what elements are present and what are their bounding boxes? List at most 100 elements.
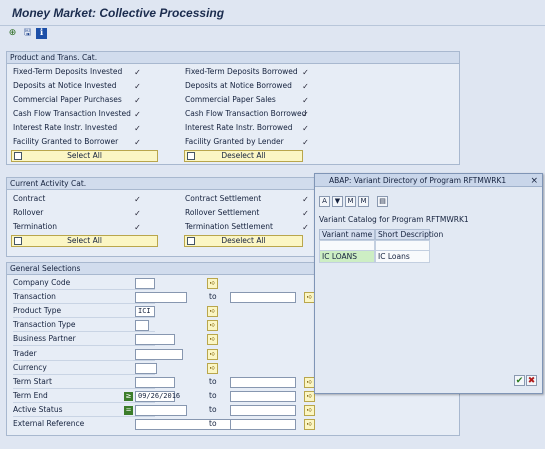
field-label: Company Code bbox=[13, 278, 71, 287]
variant-catalog-label: Variant Catalog for Program RFTMWRK1 bbox=[319, 215, 469, 224]
col-variant-name[interactable]: Variant name bbox=[319, 229, 375, 240]
find-next-icon[interactable]: M bbox=[358, 196, 369, 207]
multiple-selection-icon[interactable]: ➪ bbox=[207, 320, 218, 332]
application-toolbar: ⊕ 🖫 ℹ bbox=[0, 26, 545, 42]
field-input[interactable] bbox=[135, 278, 155, 289]
select-variant-icon[interactable]: A bbox=[319, 196, 330, 207]
close-icon[interactable]: × bbox=[530, 176, 538, 186]
activity-left-checkbox[interactable]: ✓ bbox=[133, 195, 142, 204]
field-label: Term Start bbox=[13, 376, 52, 386]
product-right-checkbox[interactable]: ✓ bbox=[301, 96, 310, 105]
field-input[interactable] bbox=[135, 348, 183, 360]
option-indicator-icon[interactable]: ≥ bbox=[124, 391, 133, 401]
multiple-selection-icon[interactable]: ➪ bbox=[207, 306, 218, 318]
activity-right-checkbox[interactable]: ✓ bbox=[301, 223, 310, 232]
product-right-label: Cash Flow Transaction Borrowed bbox=[185, 109, 307, 118]
field-input[interactable] bbox=[135, 404, 187, 416]
field-to-input[interactable] bbox=[230, 292, 296, 304]
product-right-checkbox[interactable]: ✓ bbox=[301, 68, 310, 77]
field-to-input[interactable] bbox=[230, 419, 296, 430]
field-separator bbox=[13, 415, 155, 417]
to-label: to bbox=[209, 404, 217, 414]
save-variant-icon[interactable]: 🖫 bbox=[22, 28, 33, 39]
field-to-input[interactable] bbox=[230, 404, 296, 416]
activity-right-checkbox[interactable]: ✓ bbox=[301, 209, 310, 218]
field-separator bbox=[13, 331, 155, 333]
product-left-checkbox[interactable]: ✓ bbox=[133, 124, 142, 133]
field-input[interactable] bbox=[135, 376, 175, 388]
to-label: to bbox=[209, 419, 217, 428]
execute-icon[interactable]: ⊕ bbox=[7, 28, 18, 39]
field-label: Transaction bbox=[13, 292, 56, 302]
field-input[interactable]: 09/26/2016 bbox=[135, 390, 180, 402]
multiple-selection-icon[interactable]: ➪ bbox=[207, 362, 218, 374]
info-icon[interactable]: ℹ bbox=[36, 28, 47, 39]
product-right-label: Deposits at Notice Borrowed bbox=[185, 81, 292, 90]
field-separator bbox=[13, 289, 155, 290]
select-all-icon bbox=[14, 237, 22, 245]
activity-left-checkbox[interactable]: ✓ bbox=[133, 223, 142, 232]
activity-left-label: Termination bbox=[13, 222, 57, 231]
product-left-checkbox[interactable]: ✓ bbox=[133, 138, 142, 147]
product-left-label: Fixed-Term Deposits Invested bbox=[13, 67, 123, 76]
product-right-checkbox[interactable]: ✓ bbox=[301, 138, 310, 147]
select-all-button[interactable]: Select All bbox=[11, 150, 158, 162]
field-label: Business Partner bbox=[13, 334, 76, 344]
to-label: to bbox=[209, 292, 217, 302]
field-separator bbox=[13, 401, 155, 403]
product-left-label: Interest Rate Instr. Invested bbox=[13, 123, 118, 132]
field-input[interactable] bbox=[135, 320, 149, 332]
multiple-selection-icon[interactable]: ➪ bbox=[304, 419, 315, 430]
field-input[interactable] bbox=[135, 334, 175, 346]
activity-left-label: Rollover bbox=[13, 208, 44, 217]
field-input[interactable] bbox=[135, 362, 157, 374]
field-label: Active Status bbox=[13, 404, 63, 414]
product-right-checkbox[interactable]: ✓ bbox=[301, 124, 310, 133]
multiple-selection-icon[interactable]: ➪ bbox=[207, 278, 218, 289]
product-right-checkbox[interactable]: ✓ bbox=[301, 110, 310, 119]
activity-right-label: Rollover Settlement bbox=[185, 208, 260, 217]
variant-desc-cell[interactable]: IC Loans bbox=[375, 250, 430, 263]
activity-left-checkbox[interactable]: ✓ bbox=[133, 209, 142, 218]
product-left-label: Deposits at Notice Invested bbox=[13, 81, 117, 90]
field-separator bbox=[13, 317, 155, 319]
product-left-checkbox[interactable]: ✓ bbox=[133, 110, 142, 119]
dialog-title: ABAP: Variant Directory of Program RFTMW… bbox=[315, 174, 542, 187]
variant-name-cell[interactable]: IC LOANS bbox=[319, 250, 375, 263]
activity-select-all-button[interactable]: Select All bbox=[11, 235, 158, 247]
field-to-input[interactable] bbox=[230, 376, 296, 388]
to-label: to bbox=[209, 376, 217, 386]
field-separator bbox=[13, 373, 155, 375]
product-panel: Product and Trans. Cat. Select All Desel… bbox=[6, 51, 460, 165]
deselect-all-icon bbox=[187, 237, 195, 245]
product-right-checkbox[interactable]: ✓ bbox=[301, 82, 310, 91]
field-input[interactable] bbox=[135, 292, 187, 304]
product-right-label: Facility Granted by Lender bbox=[185, 137, 284, 146]
cancel-button[interactable]: ✖ bbox=[526, 375, 537, 386]
ok-button[interactable]: ✔ bbox=[514, 375, 525, 386]
product-left-checkbox[interactable]: ✓ bbox=[133, 82, 142, 91]
filter-icon[interactable]: ▼ bbox=[332, 196, 343, 207]
field-separator bbox=[13, 387, 155, 389]
col-short-description[interactable]: Short Description bbox=[375, 229, 443, 240]
option-indicator-icon[interactable]: = bbox=[124, 405, 133, 415]
product-left-checkbox[interactable]: ✓ bbox=[133, 96, 142, 105]
field-input[interactable]: ICI bbox=[135, 306, 155, 318]
field-to-input[interactable] bbox=[230, 390, 296, 402]
field-label: Currency bbox=[13, 362, 47, 372]
product-right-label: Commercial Paper Sales bbox=[185, 95, 276, 104]
multiple-selection-icon[interactable]: ➪ bbox=[304, 404, 315, 416]
title-bar: Money Market: Collective Processing bbox=[0, 0, 545, 26]
deselect-all-button[interactable]: Deselect All bbox=[184, 150, 303, 162]
print-icon[interactable]: ▤ bbox=[377, 196, 388, 207]
activity-deselect-all-button[interactable]: Deselect All bbox=[184, 235, 303, 247]
activity-right-checkbox[interactable]: ✓ bbox=[301, 195, 310, 204]
field-label: External Reference bbox=[13, 419, 85, 428]
product-left-label: Facility Granted to Borrower bbox=[13, 137, 119, 146]
multiple-selection-icon[interactable]: ➪ bbox=[207, 348, 218, 360]
activity-right-label: Termination Settlement bbox=[185, 222, 273, 231]
product-left-checkbox[interactable]: ✓ bbox=[133, 68, 142, 77]
multiple-selection-icon[interactable]: ➪ bbox=[207, 334, 218, 346]
product-right-label: Interest Rate Instr. Borrowed bbox=[185, 123, 293, 132]
find-icon[interactable]: M bbox=[345, 196, 356, 207]
